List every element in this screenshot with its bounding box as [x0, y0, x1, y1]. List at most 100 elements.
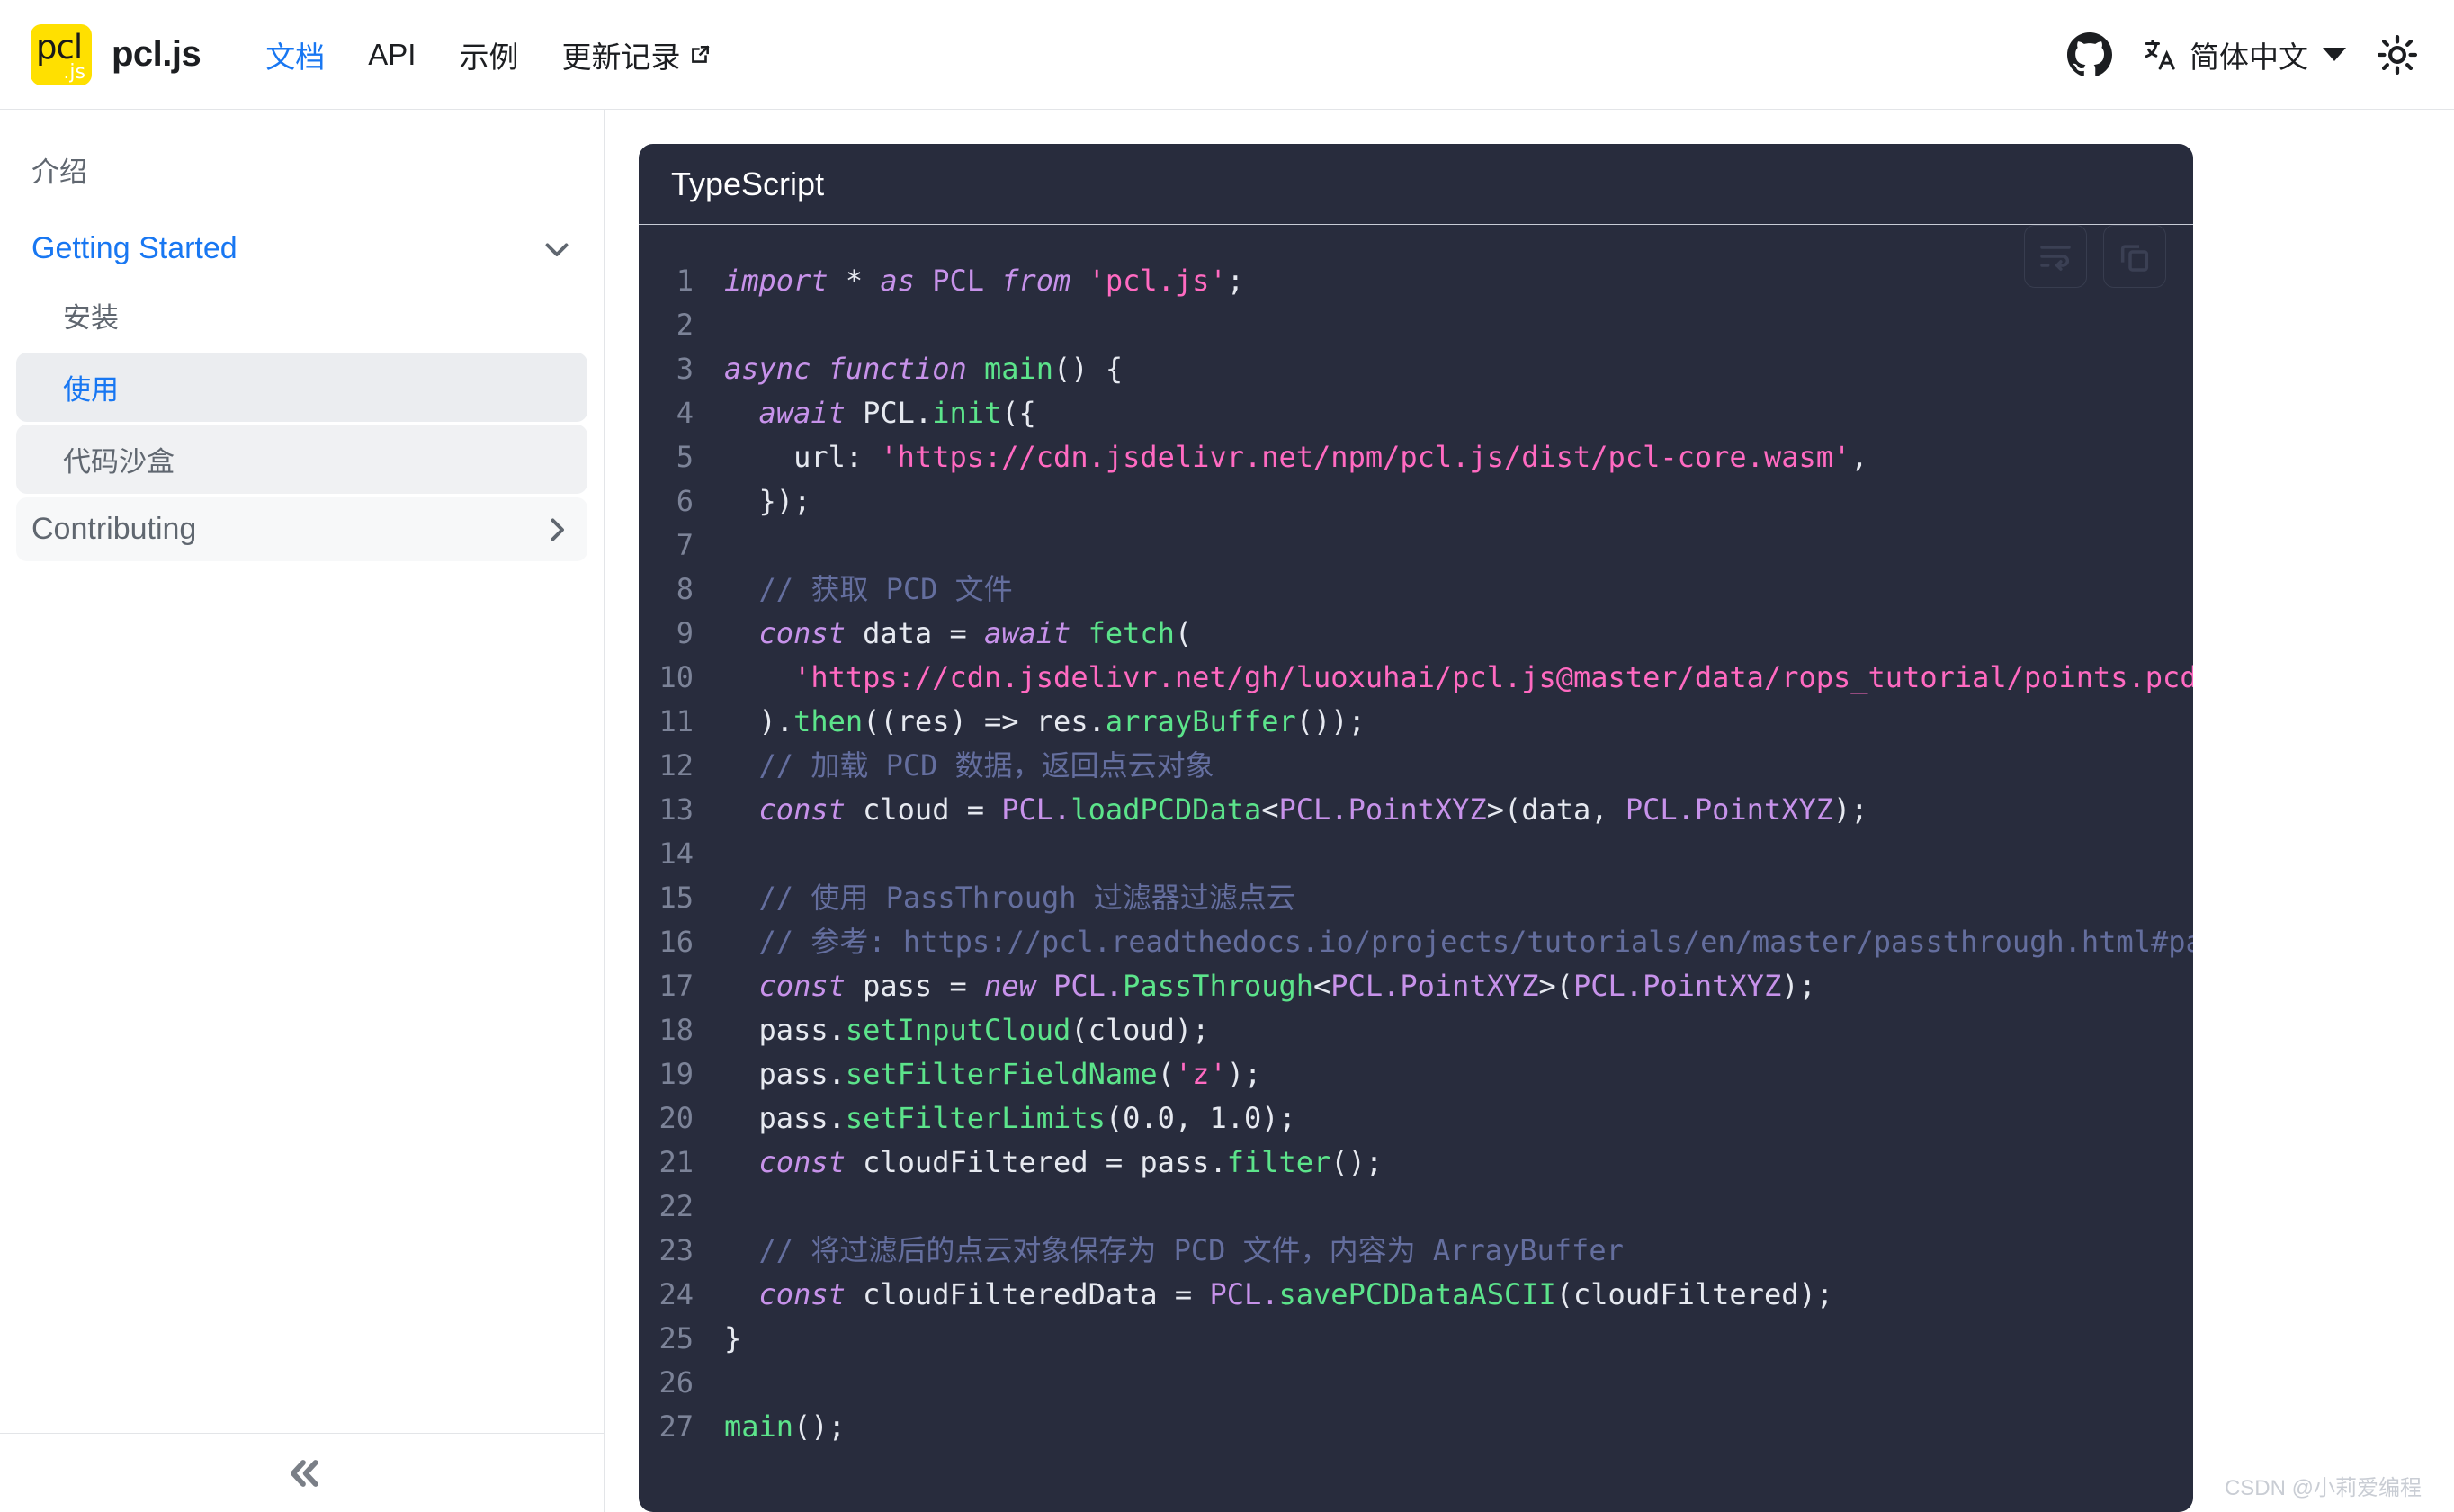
- code-line-source: // 使用 PassThrough 过滤器过滤点云: [724, 876, 1295, 920]
- code-token: );: [1833, 792, 1868, 827]
- code-token: ({: [1001, 396, 1036, 430]
- code-token: <: [1261, 792, 1278, 827]
- code-token: pass =: [846, 969, 984, 1003]
- code-token: [724, 616, 759, 650]
- code-token: ).: [724, 704, 793, 738]
- code-line-number: 3: [639, 347, 724, 391]
- code-line: 14: [639, 832, 2193, 876]
- code-token: new: [984, 969, 1036, 1003]
- code-line-number: 16: [639, 920, 724, 964]
- code-token: savePCDDataASCII: [1279, 1277, 1556, 1311]
- code-token: 'pcl.js': [1088, 264, 1227, 298]
- nav-link-api[interactable]: API: [346, 38, 437, 72]
- code-line-source: url: 'https://cdn.jsdelivr.net/npm/pcl.j…: [724, 435, 1868, 479]
- code-token: *: [828, 264, 881, 298]
- double-chevron-left-icon: [282, 1454, 322, 1493]
- copy-code-button[interactable]: [2103, 225, 2166, 288]
- code-token: main: [984, 352, 1053, 386]
- code-token: pass.: [724, 1057, 846, 1091]
- language-label: 简体中文: [2190, 33, 2308, 76]
- code-line: 7: [639, 523, 2193, 568]
- code-token: <: [1313, 969, 1330, 1003]
- code-token: >(: [1538, 969, 1573, 1003]
- sidebar-item-install[interactable]: 安装: [16, 281, 587, 350]
- code-line-source: [724, 303, 741, 347]
- code-line: 19 pass.setFilterFieldName('z');: [639, 1052, 2193, 1096]
- watermark: CSDN @小莉爱编程: [2225, 1470, 2422, 1501]
- sidebar-item-contributing[interactable]: Contributing: [16, 497, 587, 561]
- sun-icon: [2377, 34, 2418, 76]
- code-token: init: [932, 396, 1001, 430]
- code-token: [724, 396, 759, 430]
- code-token: PCL.PointXYZ: [1330, 969, 1538, 1003]
- code-line-number: 26: [639, 1361, 724, 1405]
- code-line-source: 'https://cdn.jsdelivr.net/gh/luoxuhai/pc…: [724, 656, 2193, 700]
- code-line-source: pass.setInputCloud(cloud);: [724, 1008, 1209, 1052]
- sidebar-item-usage[interactable]: 使用: [16, 353, 587, 422]
- nav-link-changelog-label: 更新记录: [561, 33, 680, 76]
- code-token: arrayBuffer: [1106, 704, 1296, 738]
- nav-link-docs-label: 文档: [265, 33, 325, 76]
- code-line-source: ).then((res) => res.arrayBuffer());: [724, 700, 1366, 744]
- code-token: });: [724, 484, 811, 518]
- code-token: PCL: [915, 264, 1001, 298]
- sidebar-item-getting-started[interactable]: Getting Started: [16, 217, 587, 281]
- code-line-source: pass.setFilterLimits(0.0, 1.0);: [724, 1096, 1296, 1141]
- sidebar-collapse-button[interactable]: [0, 1433, 604, 1512]
- code-token: // 将过滤后的点云对象保存为 PCD 文件，内容为 ArrayBuffer: [724, 1233, 1624, 1267]
- code-line: 11 ).then((res) => res.arrayBuffer());: [639, 700, 2193, 744]
- code-line: 2: [639, 303, 2193, 347]
- code-token: );: [1781, 969, 1816, 1003]
- github-link[interactable]: [2067, 32, 2112, 77]
- code-token: ,: [1850, 440, 1867, 474]
- external-link-icon: [688, 43, 712, 67]
- code-token: PassThrough: [1123, 969, 1313, 1003]
- code-token: PCL.: [1209, 1277, 1278, 1311]
- code-line: 13 const cloud = PCL.loadPCDData<PCL.Poi…: [639, 788, 2193, 832]
- code-line-number: 9: [639, 612, 724, 656]
- pcljs-logo-icon[interactable]: pcl .js: [31, 24, 92, 85]
- brand-title[interactable]: pcl.js: [112, 34, 201, 75]
- code-line: 8 // 获取 PCD 文件: [639, 568, 2193, 612]
- code-token: [1070, 264, 1088, 298]
- code-line-number: 6: [639, 479, 724, 523]
- code-line: 21 const cloudFiltered = pass.filter();: [639, 1141, 2193, 1185]
- code-token: // 参考: https://pcl.readthedocs.io/projec…: [724, 925, 2193, 959]
- code-line-source: [724, 523, 741, 568]
- navbar-links: 文档 API 示例 更新记录: [244, 33, 733, 76]
- code-token: cloud =: [846, 792, 1001, 827]
- code-line: 10 'https://cdn.jsdelivr.net/gh/luoxuhai…: [639, 656, 2193, 700]
- code-block-language-label: TypeScript: [671, 166, 824, 203]
- code-token: () {: [1053, 352, 1123, 386]
- code-line-number: 21: [639, 1141, 724, 1185]
- code-line: 26: [639, 1361, 2193, 1405]
- toggle-word-wrap-button[interactable]: [2024, 225, 2087, 288]
- nav-link-examples[interactable]: 示例: [437, 33, 540, 76]
- code-token: (: [1175, 616, 1192, 650]
- code-block: TypeScript: [639, 144, 2193, 1512]
- code-line-source: await PCL.init({: [724, 391, 1036, 435]
- code-line-source: const data = await fetch(: [724, 612, 1192, 656]
- code-token: const: [759, 616, 846, 650]
- code-token: PCL.: [1053, 969, 1123, 1003]
- code-content[interactable]: 1import * as PCL from 'pcl.js';2 3async …: [639, 225, 2193, 1449]
- code-token: PCL.: [1001, 792, 1070, 827]
- nav-link-docs[interactable]: 文档: [244, 33, 346, 76]
- code-token: ;: [1227, 264, 1244, 298]
- chevron-down-icon: [2323, 48, 2346, 61]
- code-line-source: // 加载 PCD 数据，返回点云对象: [724, 744, 1214, 788]
- nav-link-changelog[interactable]: 更新记录: [540, 33, 733, 76]
- code-line-source: pass.setFilterFieldName('z');: [724, 1052, 1261, 1096]
- sidebar-nav-list: 介绍 Getting Started 安装 使用 代码沙盒: [0, 110, 604, 561]
- sidebar-item-intro[interactable]: 介绍: [16, 135, 587, 204]
- navbar-right: 简体中文: [2067, 32, 2454, 77]
- sidebar-item-sandbox[interactable]: 代码沙盒: [16, 425, 587, 494]
- code-token: as: [880, 264, 915, 298]
- code-line-source: const cloudFiltered = pass.filter();: [724, 1141, 1383, 1185]
- language-selector[interactable]: 简体中文: [2143, 33, 2346, 76]
- code-token: // 加载 PCD 数据，返回点云对象: [724, 748, 1214, 783]
- logo-text-bottom: .js: [63, 61, 85, 84]
- theme-toggle-button[interactable]: [2377, 34, 2418, 76]
- code-token: [1036, 969, 1053, 1003]
- code-token: }: [724, 1321, 741, 1355]
